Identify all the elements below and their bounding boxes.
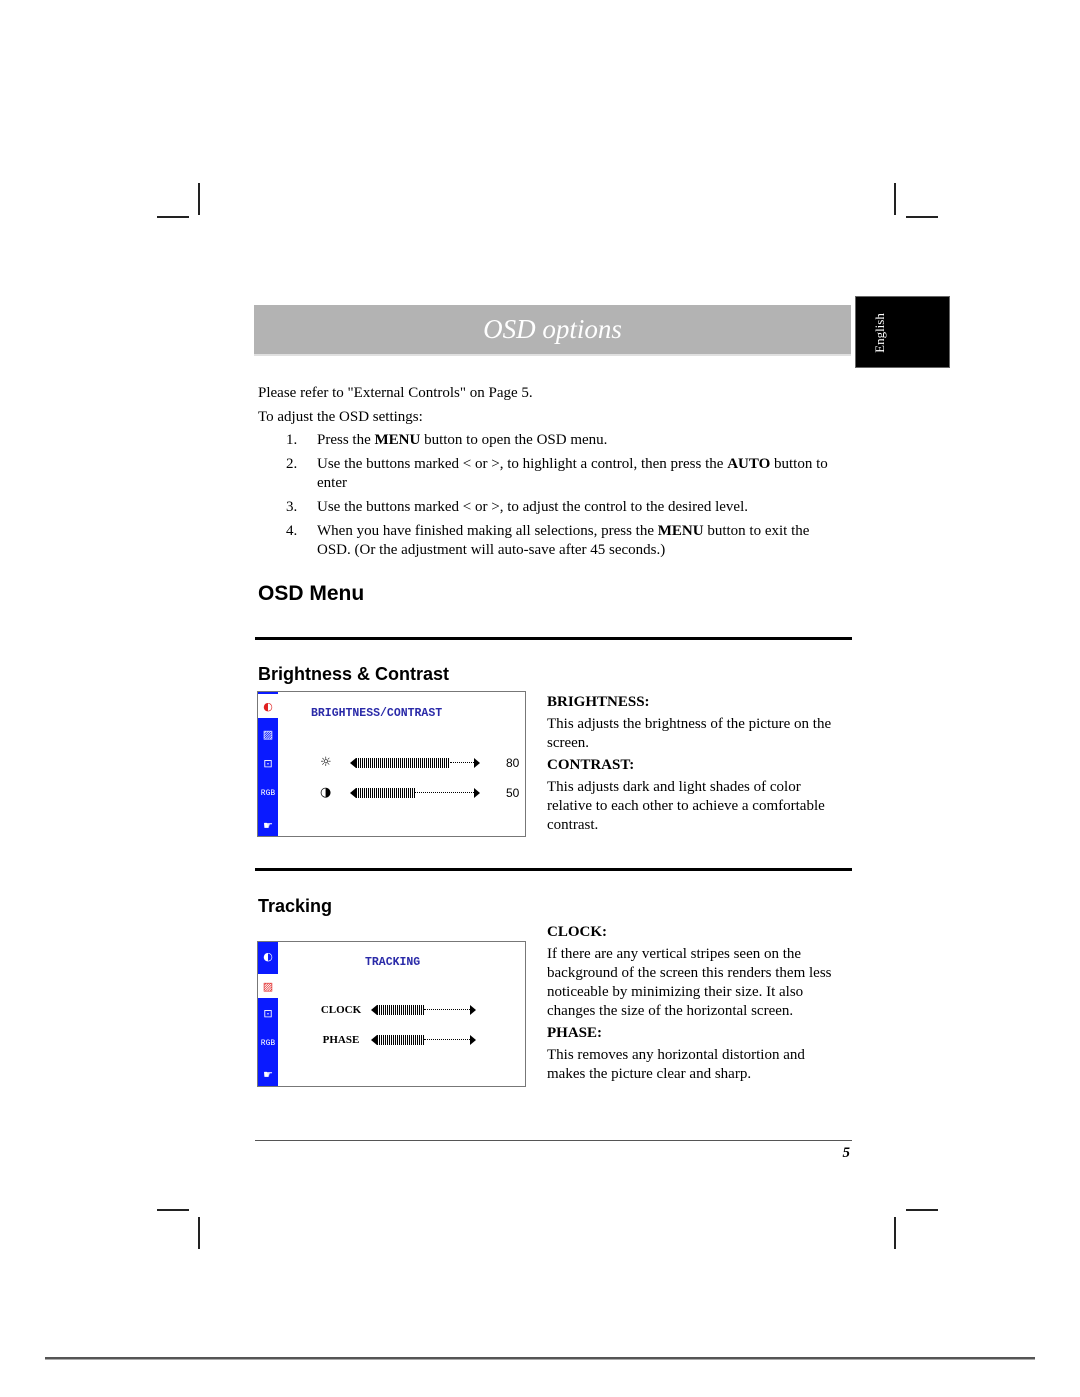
section-title-bar: OSD options [254,305,851,356]
contrast-control: ◑ 50 [320,785,519,800]
sun-icon: ☼ [320,755,332,770]
position-icon: ⊡ [263,1006,273,1020]
rgb-color-icon: RGB [260,788,276,798]
section-divider [255,868,852,871]
tracking-heading: Tracking [258,896,333,916]
osd-screen-title: BRIGHTNESS/CONTRAST [311,707,443,720]
page-title: OSD options [483,314,622,344]
hand-tools-icon: ☛ [263,818,273,832]
page-number: 5 [842,1145,851,1161]
list-item: 4. When you have finished making all sele… [286,523,810,558]
clock-label: CLOCK [320,1004,362,1016]
crop-mark [198,1217,200,1249]
clock-slider [371,1004,476,1016]
osd-screen-brightness-contrast: ◐ ▨ ⊡ RGB ☛ BRIGHTNESS/CONTRAST ☼ 80 ◑ 5… [257,691,526,837]
footer-divider [255,1140,852,1141]
position-icon: ⊡ [263,756,273,770]
rgb-color-icon: RGB [260,1038,276,1048]
phase-description: This removes any horizontal distortion a… [547,1047,805,1082]
brightness-description: This adjusts the brightness of the pictu… [547,716,832,751]
phase-label-heading: PHASE: [547,1025,603,1041]
list-item: 3. Use the buttons marked < or >, to adju… [286,499,748,515]
clock-label-heading: CLOCK: [547,924,607,940]
phase-control: PHASE [311,1034,476,1046]
osd-screen-title: TRACKING [365,956,421,969]
contrast-value: 50 [506,785,520,800]
crop-mark [157,1209,189,1211]
brightness-contrast-heading: Brightness & Contrast [258,664,450,684]
crop-mark [198,183,200,215]
crop-mark [906,1209,938,1211]
brightness-contrast-descriptions: BRIGHTNESS: This adjusts the brightness … [547,694,847,835]
page-bottom-rule [45,1357,1035,1360]
steps-list: 1. Press the MENU button to open the OSD … [258,431,843,565]
language-tab: English [855,296,950,368]
tracking-descriptions: CLOCK: If there are any vertical stripes… [547,924,842,1084]
crop-mark [157,216,189,218]
brightness-control: ☼ 80 [320,755,519,770]
intro-instruction: To adjust the OSD settings: [258,409,423,425]
section-divider [255,637,852,640]
crop-mark [894,1217,896,1249]
osd-menu-heading: OSD Menu [258,582,365,605]
brightness-label: BRIGHTNESS: [547,694,650,710]
phase-slider [371,1034,476,1046]
brightness-value: 80 [506,755,520,770]
brightness-contrast-icon: ◐ [263,949,273,963]
list-item: 2. Use the buttons marked < or >, to high… [286,456,828,491]
intro-reference: Please refer to "External Controls" on P… [258,385,533,401]
hand-tools-icon: ☛ [263,1067,273,1081]
brightness-contrast-icon: ◐ [258,694,278,718]
tracking-icon: ▨ [258,974,278,998]
clock-description: If there are any vertical stripes seen o… [547,946,832,1019]
contrast-label: CONTRAST: [547,757,635,773]
list-item: 1. Press the MENU button to open the OSD … [286,432,608,448]
half-circle-contrast-icon: ◑ [320,785,332,800]
language-label: English [872,313,887,353]
osd-screen-tracking: ◐ ▨ ⊡ RGB ☛ TRACKING CLOCK PHASE [257,941,526,1087]
crop-mark [906,216,938,218]
clock-control: CLOCK [311,1004,476,1016]
phase-label: PHASE [322,1034,360,1046]
crop-mark [894,183,896,215]
tracking-icon: ▨ [262,727,274,741]
brightness-slider [350,757,480,769]
contrast-slider [350,787,480,799]
contrast-description: This adjusts dark and light shades of co… [547,779,825,833]
